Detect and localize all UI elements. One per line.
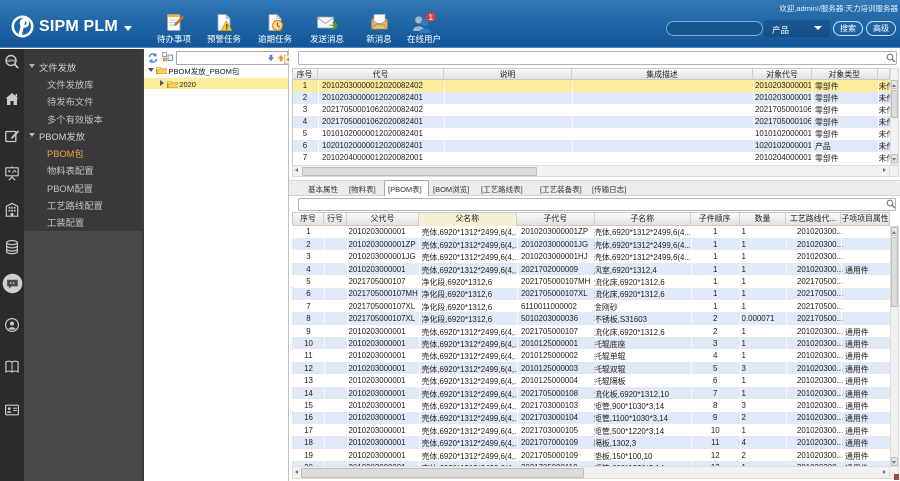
- svg-text:SIPM: SIPM: [7, 59, 16, 63]
- svg-text:1: 1: [428, 12, 433, 22]
